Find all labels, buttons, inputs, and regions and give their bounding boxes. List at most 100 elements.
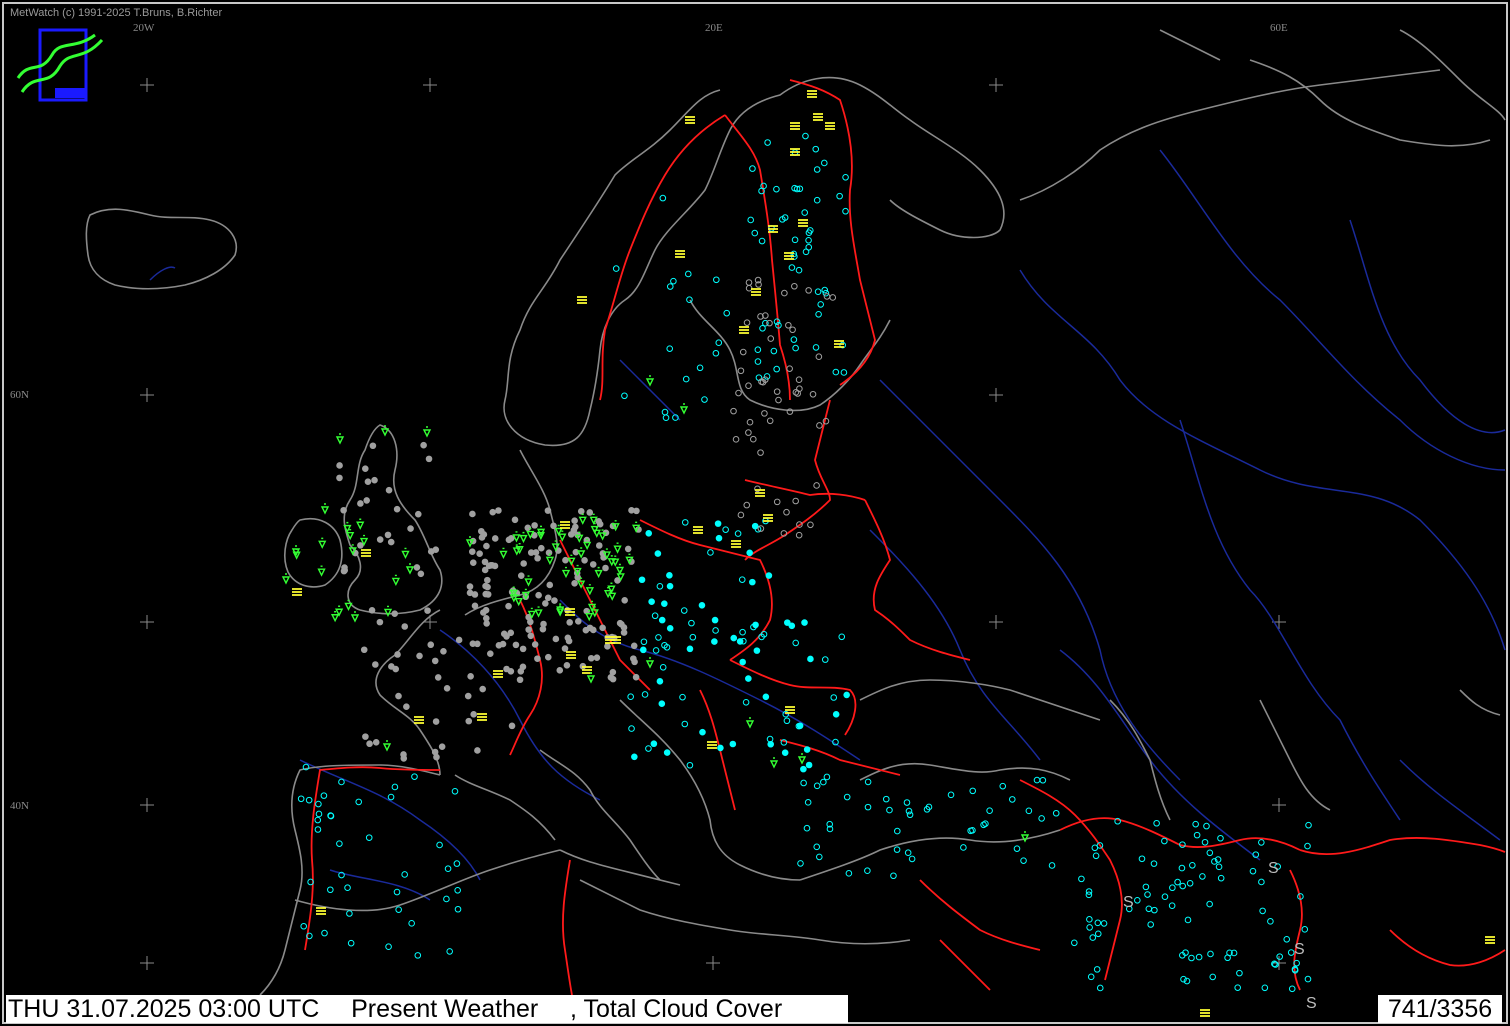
- cloud-cover-overcast-symbol: [474, 747, 481, 754]
- fog-symbol: [1485, 936, 1495, 944]
- cloud-cover-partial-symbol: [729, 740, 737, 748]
- cloud-cover-overcast-symbol: [519, 645, 527, 653]
- cloud-cover-overcast-symbol: [484, 576, 491, 584]
- cloud-cover-overcast-symbol: [376, 536, 384, 543]
- cloud-cover-overcast-symbol: [550, 522, 557, 530]
- cloud-cover-overcast-symbol: [425, 455, 433, 463]
- cloud-cover-overcast-symbol: [503, 633, 510, 640]
- cloud-cover-partial-symbol: [751, 522, 759, 530]
- cloud-cover-overcast-symbol: [633, 507, 640, 515]
- cloud-cover-overcast-symbol: [427, 641, 435, 649]
- fog-symbol: [361, 549, 371, 557]
- cloud-cover-overcast-symbol: [385, 486, 393, 494]
- cloud-cover-partial-symbol: [711, 638, 718, 645]
- cloud-cover-overcast-symbol: [414, 510, 422, 518]
- cloud-cover-partial-symbol: [663, 749, 671, 756]
- cloud-cover-partial-symbol: [752, 621, 759, 629]
- status-parameter-1: Present Weather: [351, 995, 539, 1023]
- cloud-cover-overcast-symbol: [519, 663, 527, 671]
- cloud-cover-overcast-symbol: [372, 739, 380, 746]
- cloud-cover-overcast-symbol: [566, 619, 573, 626]
- status-parameter-2: , Total Cloud Cover: [570, 995, 783, 1023]
- cloud-cover-overcast-symbol: [587, 654, 595, 662]
- cloud-cover-overcast-symbol: [372, 661, 379, 668]
- cloud-cover-overcast-symbol: [589, 561, 597, 568]
- cloud-cover-partial-symbol: [645, 530, 653, 537]
- cloud-cover-overcast-symbol: [621, 597, 628, 604]
- cloud-cover-overcast-symbol: [507, 534, 515, 542]
- cloud-cover-overcast-symbol: [340, 506, 347, 514]
- sandstorm-symbol: S: [1123, 894, 1134, 911]
- fog-symbol: [751, 288, 761, 296]
- cloud-cover-overcast-symbol: [527, 618, 534, 626]
- fog-symbol: [731, 540, 741, 548]
- fog-symbol: [611, 636, 621, 644]
- cloud-cover-overcast-symbol: [572, 548, 580, 556]
- cloud-cover-overcast-symbol: [336, 474, 343, 482]
- cloud-cover-overcast-symbol: [503, 665, 510, 673]
- cloud-cover-overcast-symbol: [470, 711, 477, 718]
- fog-symbol: [763, 514, 773, 522]
- cloud-cover-overcast-symbol: [517, 572, 525, 579]
- cloud-cover-partial-symbol: [648, 598, 655, 606]
- cloud-cover-overcast-symbol: [376, 618, 384, 626]
- cloud-cover-overcast-symbol: [544, 594, 552, 602]
- cloud-cover-overcast-symbol: [516, 676, 524, 684]
- cloud-cover-overcast-symbol: [443, 684, 451, 692]
- cloud-cover-partial-symbol: [714, 520, 722, 527]
- cloud-cover-overcast-symbol: [479, 685, 486, 693]
- cloud-cover-overcast-symbol: [478, 534, 486, 541]
- cloud-cover-overcast-symbol: [393, 505, 401, 513]
- fog-symbol: [566, 651, 576, 659]
- cloud-cover-overcast-symbol: [366, 740, 373, 748]
- cloud-cover-overcast-symbol: [360, 646, 368, 654]
- fog-symbol: [1200, 1009, 1210, 1017]
- cloud-cover-overcast-symbol: [564, 634, 572, 642]
- cloud-cover-overcast-symbol: [416, 652, 423, 660]
- cloud-cover-partial-symbol: [658, 616, 666, 624]
- cloud-cover-overcast-symbol: [489, 508, 497, 516]
- lat-label-60n: 60N: [10, 389, 29, 401]
- cloud-cover-overcast-symbol: [424, 607, 431, 614]
- cloud-cover-overcast-symbol: [341, 564, 348, 571]
- lat-label-40n: 40N: [10, 800, 29, 812]
- cloud-cover-partial-symbol: [715, 534, 723, 542]
- cloud-cover-partial-symbol: [698, 601, 706, 609]
- cloud-cover-overcast-symbol: [403, 703, 410, 711]
- cloud-cover-overcast-symbol: [520, 560, 527, 567]
- cloud-cover-partial-symbol: [832, 711, 840, 718]
- cloud-cover-overcast-symbol: [483, 542, 490, 550]
- fog-symbol: [813, 113, 823, 121]
- sandstorm-symbol: S: [1294, 941, 1305, 958]
- cloud-cover-overcast-symbol: [395, 692, 402, 700]
- cloud-cover-overcast-symbol: [400, 755, 408, 762]
- cloud-cover-overcast-symbol: [631, 658, 638, 666]
- cloud-cover-overcast-symbol: [595, 542, 603, 549]
- lon-label-20w: 20W: [133, 22, 155, 34]
- cloud-cover-overcast-symbol: [455, 636, 463, 644]
- cloud-cover-overcast-symbol: [531, 522, 538, 529]
- fog-symbol: [790, 122, 800, 130]
- fog-symbol: [785, 706, 795, 714]
- cloud-cover-partial-symbol: [639, 646, 647, 654]
- cloud-cover-overcast-symbol: [512, 641, 520, 649]
- cloud-cover-overcast-symbol: [604, 643, 611, 650]
- cloud-cover-partial-symbol: [686, 645, 694, 653]
- weather-map[interactable]: 20W 20E 60E 60N 40N S S S S: [0, 0, 1510, 1026]
- cloud-cover-overcast-symbol: [581, 556, 588, 564]
- fog-symbol: [414, 716, 424, 724]
- cloud-cover-partial-symbol: [666, 625, 674, 632]
- cloud-cover-partial-symbol: [666, 582, 674, 590]
- cloud-cover-overcast-symbol: [477, 527, 485, 535]
- cloud-cover-partial-symbol: [762, 693, 770, 701]
- cloud-cover-overcast-symbol: [432, 718, 440, 725]
- cloud-cover-overcast-symbol: [407, 525, 414, 532]
- cloud-cover-partial-symbol: [753, 647, 761, 654]
- cloud-cover-overcast-symbol: [388, 663, 395, 670]
- cloud-cover-partial-symbol: [699, 728, 706, 736]
- cloud-cover-overcast-symbol: [486, 650, 494, 657]
- cloud-cover-overcast-symbol: [527, 549, 535, 556]
- cloud-cover-overcast-symbol: [413, 564, 421, 571]
- fog-symbol: [739, 326, 749, 334]
- cloud-cover-partial-symbol: [711, 616, 719, 624]
